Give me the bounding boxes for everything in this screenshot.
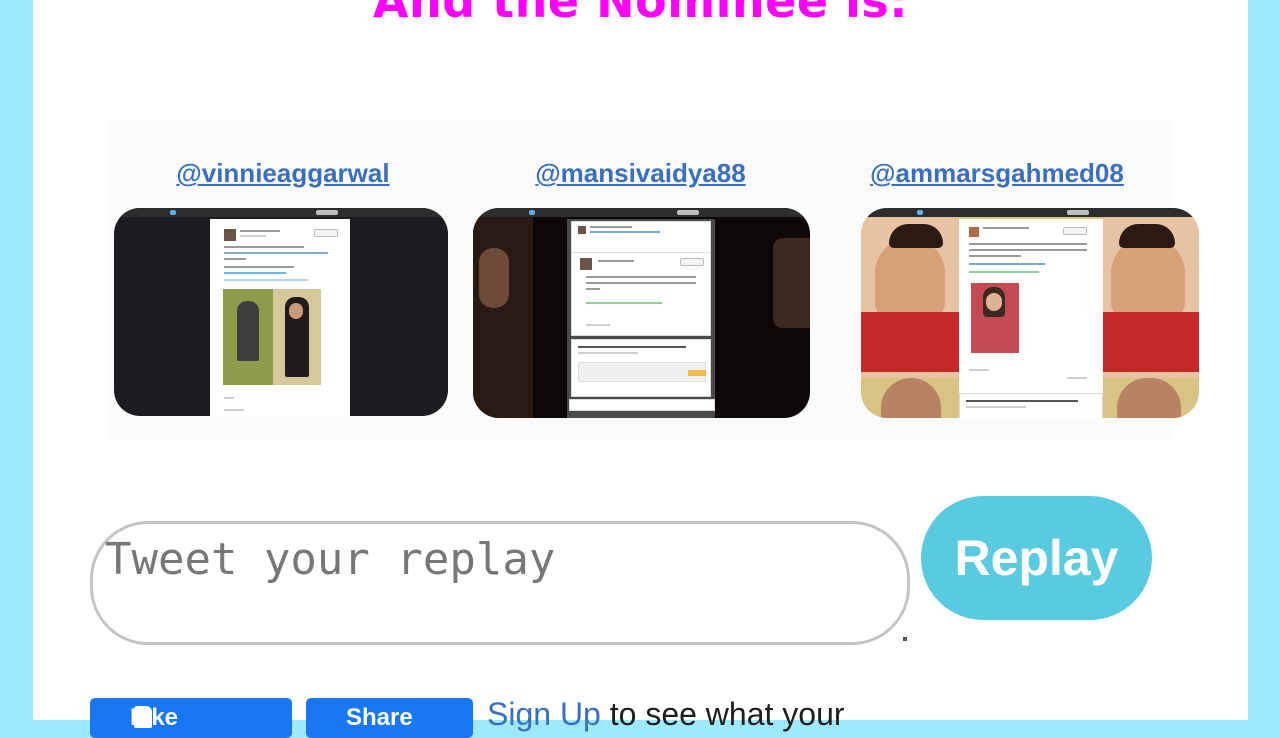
reply-input-container — [90, 521, 910, 645]
thumbs-up-icon — [134, 706, 152, 728]
signup-rest-text: to see what your — [609, 696, 845, 732]
nominee-handle-link[interactable]: @ammarsgahmed08 — [821, 158, 1173, 189]
share-label: Share — [346, 704, 413, 731]
sign-up-link[interactable]: Sign Up — [487, 696, 601, 732]
tweet-reply-input[interactable] — [103, 532, 887, 616]
tweet-screenshot[interactable] — [861, 208, 1199, 418]
page-title: And the Nominee is: — [372, 0, 909, 28]
facebook-signup-text: Sign Up to see what your — [487, 696, 845, 733]
facebook-like-button[interactable]: Like — [90, 698, 292, 738]
nominee-handle-link[interactable]: @vinnieaggarwal — [108, 158, 458, 189]
nominee-gallery: @vinnieaggarwal @mansivaidya88 @ammarsga… — [108, 120, 1199, 440]
reply-button[interactable]: Replay — [921, 496, 1152, 620]
tweet-screenshot[interactable] — [114, 208, 448, 416]
nominee-handle-link[interactable]: @mansivaidya88 — [468, 158, 813, 189]
tweet-screenshot[interactable] — [473, 208, 810, 418]
resize-grip-icon[interactable] — [903, 637, 907, 641]
facebook-share-button[interactable]: Share — [306, 698, 473, 738]
